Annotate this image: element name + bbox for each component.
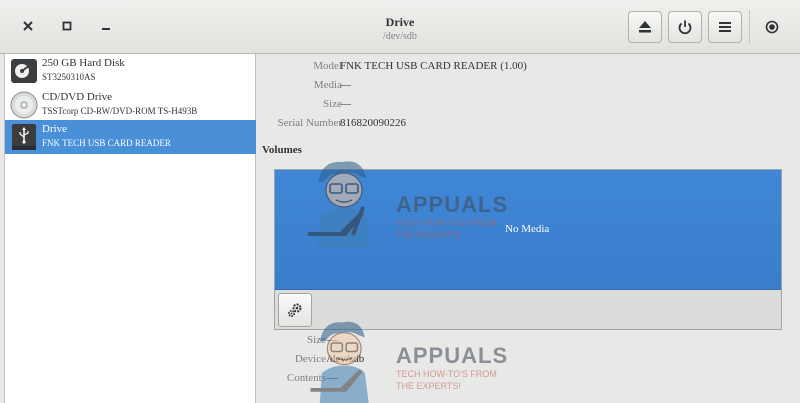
no-media-label: No Media <box>505 223 550 235</box>
volume-size-value: — <box>327 334 338 346</box>
drive-description: TSSTcorp CD-RW/DVD-ROM TS-H493B <box>42 106 198 116</box>
media-label: Media <box>313 79 342 91</box>
drive-name: Drive <box>42 123 68 135</box>
model-value: FNK TECH USB CARD READER (1.00) <box>340 60 527 72</box>
gears-icon <box>288 303 302 317</box>
drive-menu-button[interactable] <box>708 11 742 43</box>
menu-icon <box>719 22 731 32</box>
power-icon <box>678 20 692 35</box>
model-label: Model <box>313 60 342 72</box>
drive-sidebar: 250 GB Hard Disk ST3250310AS CD/DVD Driv… <box>4 54 256 403</box>
record-icon[interactable] <box>763 18 781 36</box>
title-block: Drive /dev/sdb <box>300 15 500 42</box>
usb-drive-icon <box>12 124 36 150</box>
serial-number-value: 816820090226 <box>340 117 406 129</box>
drive-description: ST3250310AS <box>42 72 96 82</box>
volume-device-label: Device <box>294 353 326 365</box>
minimize-icon[interactable] <box>97 17 115 35</box>
serial-number-label: Serial Number <box>277 117 342 129</box>
sidebar-item-optical-drive[interactable]: CD/DVD Drive TSSTcorp CD-RW/DVD-ROM TS-H… <box>5 88 256 122</box>
drive-name: CD/DVD Drive <box>42 91 112 103</box>
drive-description: FNK TECH USB CARD READER <box>42 138 171 148</box>
volumes-heading: Volumes <box>262 144 302 156</box>
sidebar-item-hard-disk[interactable]: 250 GB Hard Disk ST3250310AS <box>5 54 256 88</box>
eject-icon <box>639 21 651 33</box>
volume-device-value: /dev/sdb <box>327 353 365 365</box>
maximize-icon[interactable] <box>58 17 76 35</box>
drive-details-panel: Model FNK TECH USB CARD READER (1.00) Me… <box>257 54 800 403</box>
sidebar-item-usb-drive[interactable]: Drive FNK TECH USB CARD READER <box>5 120 256 154</box>
media-value: — <box>340 79 351 91</box>
power-off-button[interactable] <box>668 11 702 43</box>
volume-size-label: Size <box>307 334 326 346</box>
partition-settings-button[interactable] <box>278 293 312 327</box>
volume-contents-label: Contents <box>286 372 326 384</box>
drive-name: 250 GB Hard Disk <box>42 57 125 69</box>
optical-disc-icon <box>10 91 38 119</box>
volume-contents-value: — <box>327 372 338 384</box>
volume-segment[interactable]: No Media <box>275 170 781 290</box>
volumes-grid: No Media <box>274 169 782 330</box>
header-bar: Drive /dev/sdb <box>0 0 800 54</box>
window-title: Drive <box>385 15 415 29</box>
window-subtitle: /dev/sdb <box>383 31 417 42</box>
size-value: — <box>340 98 351 110</box>
close-icon[interactable] <box>19 17 37 35</box>
header-separator <box>749 10 750 44</box>
eject-button[interactable] <box>628 11 662 43</box>
hard-disk-icon <box>11 59 37 83</box>
